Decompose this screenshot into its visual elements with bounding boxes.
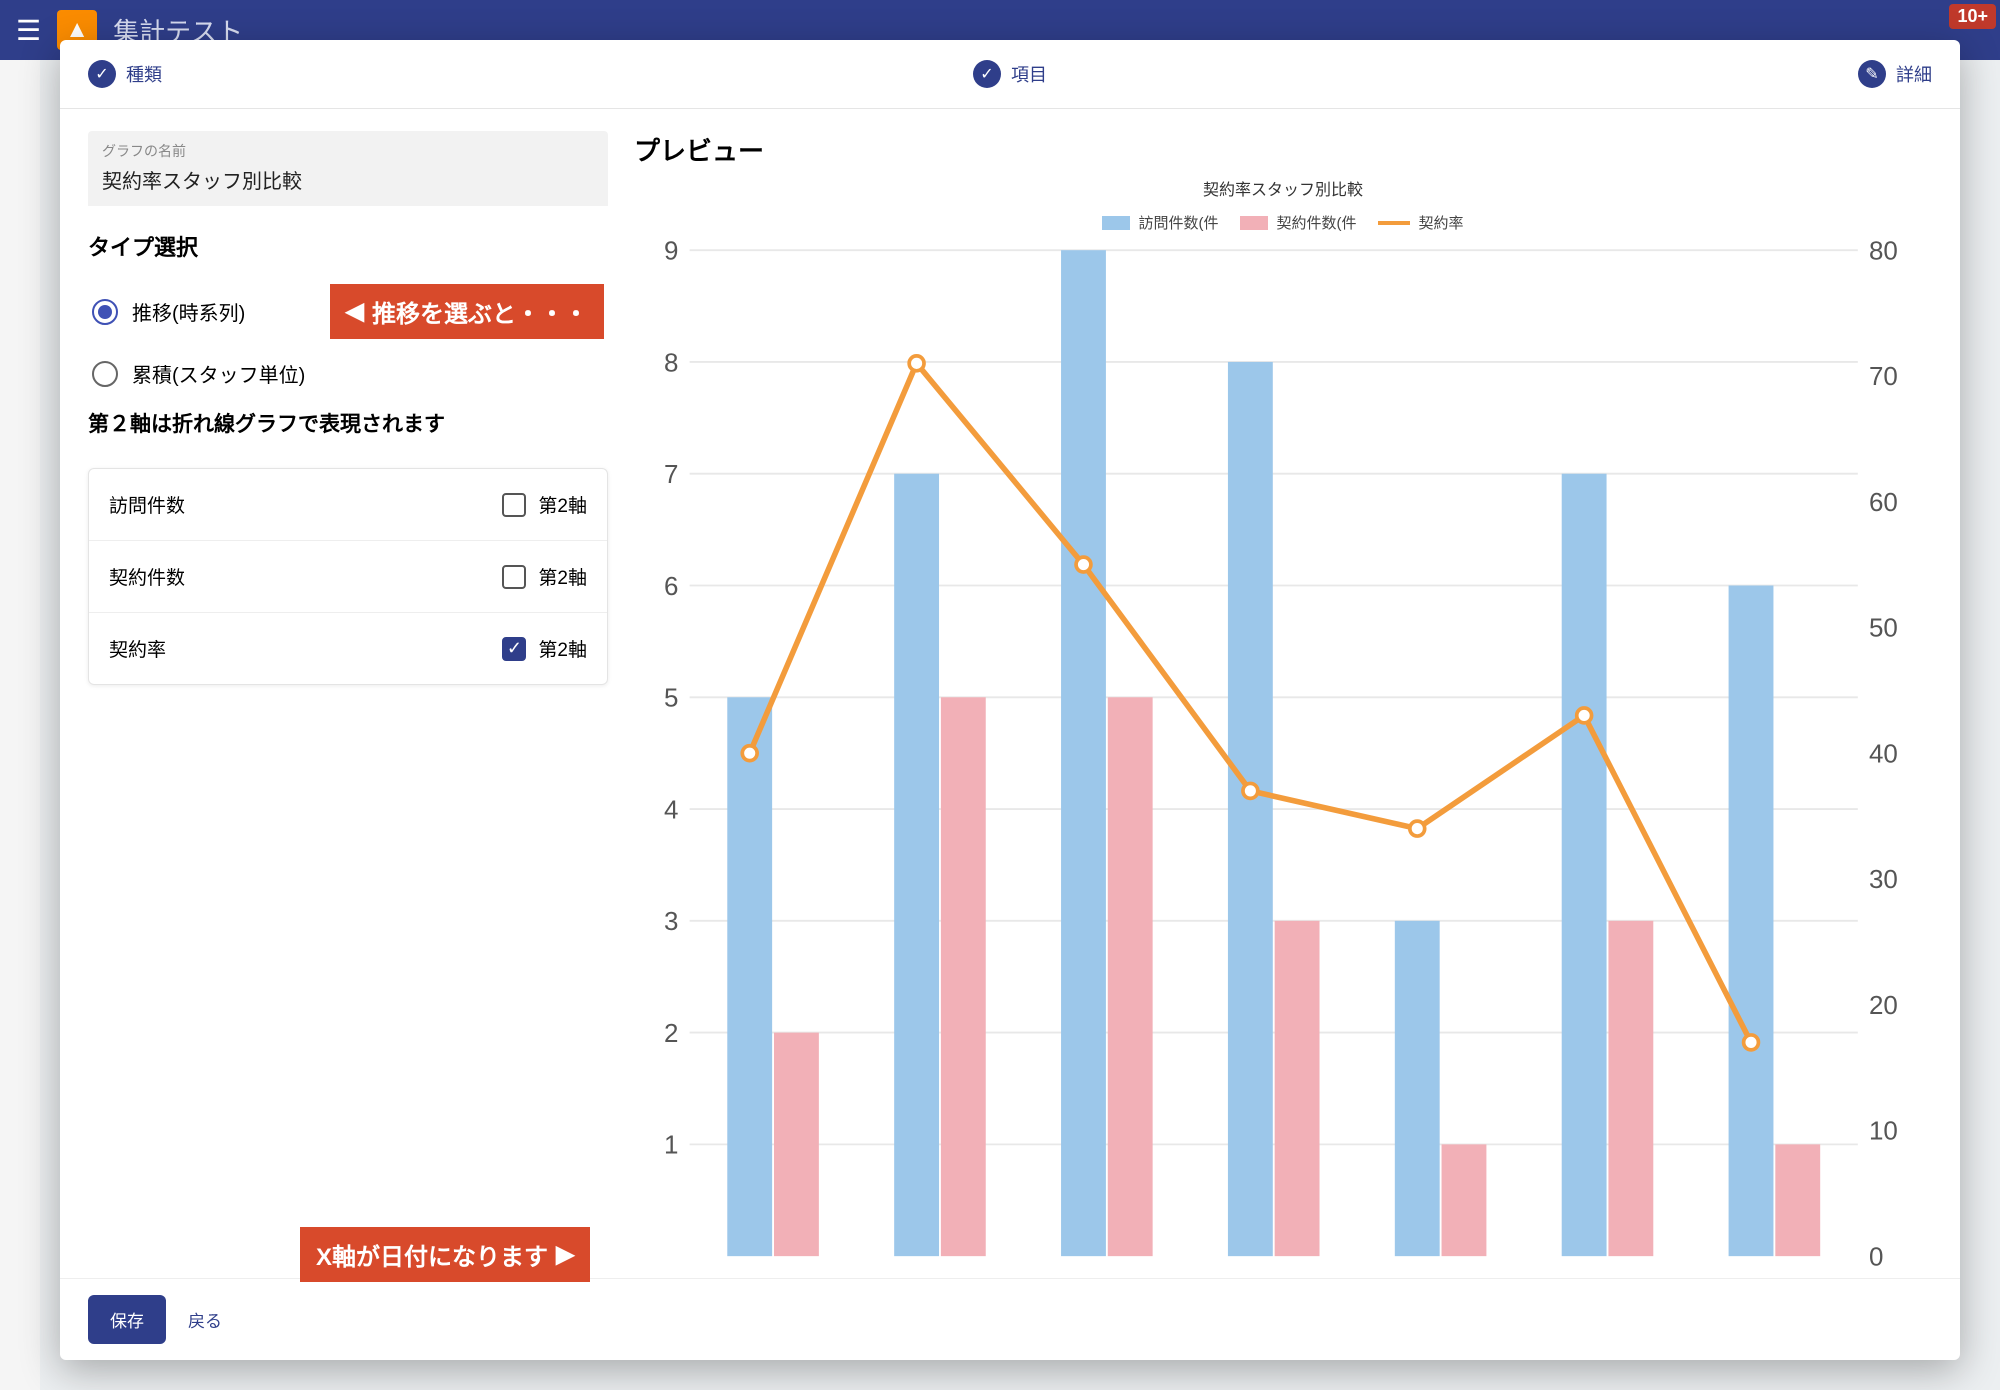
legend-swatch-contracts	[1240, 216, 1268, 230]
svg-text:0: 0	[1869, 1241, 1883, 1271]
svg-text:09/06 12:48: 09/06 12:48	[1038, 1277, 1175, 1278]
chart-editor-modal: ✓ 種類 ✓ 項目 ✎ 詳細 グラフの名前 契約率スタッフ別比較 タイプ選択 推…	[60, 40, 1960, 1360]
svg-text:5: 5	[664, 683, 678, 713]
svg-text:9: 9	[664, 239, 678, 266]
axis2-checkbox-contracts[interactable]: 第2軸	[502, 563, 587, 590]
edit-icon: ✎	[1858, 60, 1886, 88]
type-select-heading: タイプ選択	[88, 230, 608, 262]
svg-text:1: 1	[664, 1130, 678, 1160]
svg-text:3: 3	[664, 906, 678, 936]
notification-badge[interactable]: 10+	[1949, 4, 1996, 29]
svg-text:09/05 12:48: 09/05 12:48	[1205, 1277, 1342, 1278]
svg-text:6: 6	[664, 571, 678, 601]
legend-label: 訪問件数(件	[1138, 212, 1218, 233]
axis2-checkbox-rate[interactable]: ✓ 第2軸	[502, 635, 587, 662]
chart-legend: 訪問件数(件 契約件数(件 契約率	[634, 212, 1932, 233]
axis2-checkbox-visits[interactable]: 第2軸	[502, 491, 587, 518]
svg-text:7: 7	[664, 459, 678, 489]
radio-label: 累積(スタッフ単位)	[132, 359, 305, 388]
back-button[interactable]: 戻る	[188, 1307, 222, 1332]
svg-text:09/07 12:48: 09/07 12:48	[871, 1277, 1008, 1278]
svg-text:09/01 12:46: 09/01 12:46	[1706, 1277, 1843, 1278]
svg-text:4: 4	[664, 794, 678, 824]
wizard-step-label: 詳細	[1896, 61, 1932, 87]
axis2-label: 第2軸	[538, 635, 587, 662]
graph-name-field[interactable]: グラフの名前 契約率スタッフ別比較	[88, 131, 608, 206]
save-button[interactable]: 保存	[88, 1295, 166, 1344]
svg-text:09/08 12:50: 09/08 12:50	[705, 1277, 842, 1278]
svg-text:80: 80	[1869, 239, 1898, 266]
svg-text:40: 40	[1869, 738, 1898, 768]
preview-heading: プレビュー	[634, 131, 1932, 168]
menu-icon[interactable]: ☰	[16, 14, 41, 47]
svg-text:09/02 12:46: 09/02 12:46	[1539, 1277, 1676, 1278]
chart-canvas: 1 2 3 4 5 6 7 8 9 0 10 20 30 40 50 60 70 80 09/08 12:50 09/…	[634, 239, 1932, 1278]
checkbox-icon: ✓	[502, 637, 526, 661]
checkbox-icon	[502, 565, 526, 589]
callout-xaxis: X軸が日付になります	[300, 1227, 590, 1282]
metric-label: 訪問件数	[109, 491, 185, 518]
svg-text:50: 50	[1869, 613, 1898, 643]
svg-text:70: 70	[1869, 361, 1898, 391]
wizard-step-label: 種類	[126, 61, 162, 87]
graph-name-value: 契約率スタッフ別比較	[102, 165, 594, 194]
legend-swatch-visits	[1102, 216, 1130, 230]
checkbox-icon	[502, 493, 526, 517]
wizard-steps: ✓ 種類 ✓ 項目 ✎ 詳細	[60, 40, 1960, 109]
radio-cumulative[interactable]: 累積(スタッフ単位)	[88, 349, 608, 398]
wizard-step-items[interactable]: ✓ 項目	[973, 60, 1047, 88]
svg-text:8: 8	[664, 347, 678, 377]
check-icon: ✓	[973, 60, 1001, 88]
svg-text:30: 30	[1869, 864, 1898, 894]
legend-swatch-rate	[1378, 221, 1410, 225]
metric-list: 訪問件数 第2軸 契約件数 第2軸 契約率 ✓	[88, 468, 608, 685]
sidebar-stub	[0, 60, 40, 1390]
legend-label: 契約率	[1418, 212, 1463, 233]
axis2-label: 第2軸	[538, 491, 587, 518]
radio-icon	[92, 299, 118, 325]
chart-title: 契約率スタッフ別比較	[634, 176, 1932, 200]
metric-label: 契約件数	[109, 563, 185, 590]
callout-trend: 推移を選ぶと・・・	[330, 284, 604, 339]
svg-text:09/04 12:48: 09/04 12:48	[1372, 1277, 1509, 1278]
wizard-step-type[interactable]: ✓ 種類	[88, 60, 162, 88]
metric-row-rate: 契約率 ✓ 第2軸	[89, 613, 607, 684]
axis2-heading: 第２軸は折れ線グラフで表現されます	[88, 408, 608, 438]
svg-text:20: 20	[1869, 990, 1898, 1020]
axis2-label: 第2軸	[538, 563, 587, 590]
modal-footer: 保存 戻る	[60, 1278, 1960, 1360]
check-icon: ✓	[88, 60, 116, 88]
radio-label: 推移(時系列)	[132, 297, 245, 326]
svg-text:10: 10	[1869, 1116, 1898, 1146]
radio-icon	[92, 361, 118, 387]
radio-trend[interactable]: 推移(時系列) 推移を選ぶと・・・	[88, 274, 608, 349]
svg-text:60: 60	[1869, 487, 1898, 517]
wizard-step-label: 項目	[1011, 61, 1047, 87]
graph-name-label: グラフの名前	[102, 141, 594, 161]
metric-row-contracts: 契約件数 第2軸	[89, 541, 607, 613]
metric-row-visits: 訪問件数 第2軸	[89, 469, 607, 541]
metric-label: 契約率	[109, 635, 166, 662]
legend-label: 契約件数(件	[1276, 212, 1356, 233]
svg-text:2: 2	[664, 1018, 678, 1048]
wizard-step-details[interactable]: ✎ 詳細	[1858, 60, 1932, 88]
